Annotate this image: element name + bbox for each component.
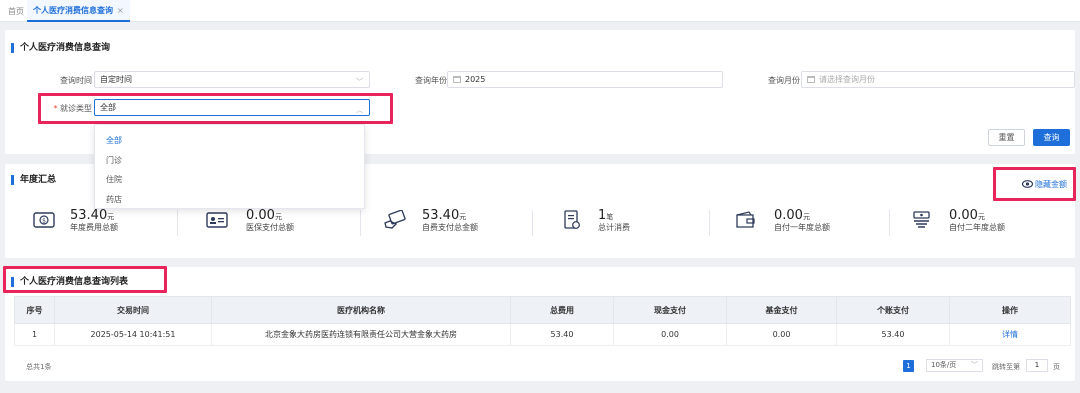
list-title: 个人医疗消费信息查询列表 bbox=[11, 277, 128, 287]
cell-cash: 0.00 bbox=[613, 323, 727, 346]
chevron-up-icon: ︿ bbox=[356, 106, 363, 114]
records-table: 序号 交易时间 医疗机构名称 总费用 现金支付 基金支付 个账支付 操作 1 2… bbox=[14, 296, 1071, 346]
time-label: 查询时间 bbox=[60, 76, 92, 85]
table-header-row: 序号 交易时间 医疗机构名称 总费用 现金支付 基金支付 个账支付 操作 bbox=[14, 296, 1071, 324]
stat-label: 总计消费 bbox=[598, 223, 630, 232]
type-dropdown: 全部 门诊 住院 药店 bbox=[94, 124, 365, 209]
reset-button[interactable]: 重置 bbox=[988, 129, 1025, 146]
cell-action: 详情 bbox=[949, 323, 1071, 346]
tab-bar: 首页 个人医疗消费信息查询 × bbox=[0, 0, 1080, 22]
dropdown-option[interactable]: 全部 bbox=[95, 131, 364, 151]
type-select[interactable]: 全部 ︿ bbox=[94, 99, 370, 116]
chevron-down-icon: ﹀ bbox=[356, 78, 363, 86]
stat-value: 0.00 bbox=[774, 208, 803, 223]
cell-index: 1 bbox=[14, 323, 55, 346]
hide-amount-label: 隐藏金额 bbox=[1035, 180, 1067, 189]
coins-icon bbox=[913, 211, 930, 228]
page-button[interactable]: 1 bbox=[903, 360, 914, 372]
dropdown-option[interactable]: 住院 bbox=[95, 170, 364, 190]
chevron-down-icon: ﹀ bbox=[971, 361, 978, 369]
year-value: 2025 bbox=[465, 75, 486, 84]
svg-text:$: $ bbox=[42, 218, 46, 225]
year-label: 查询年份 bbox=[415, 76, 447, 85]
page-size-value: 10条/页 bbox=[931, 361, 957, 369]
stat-value: 0.00 bbox=[246, 208, 275, 223]
receipt-icon bbox=[564, 210, 580, 229]
stat-unit: 元 bbox=[459, 213, 467, 221]
dropdown-option[interactable]: 药店 bbox=[95, 190, 364, 210]
dropdown-option[interactable]: 门诊 bbox=[95, 151, 364, 171]
col-header: 交易时间 bbox=[54, 296, 212, 324]
year-picker[interactable]: 2025 bbox=[447, 71, 723, 88]
cell-institution: 北京金象大药房医药连锁有限责任公司大营金象大药房 bbox=[211, 323, 511, 346]
type-label: 就诊类型 bbox=[60, 104, 92, 113]
divider bbox=[889, 210, 890, 236]
calendar-icon bbox=[453, 76, 461, 83]
col-header: 医疗机构名称 bbox=[211, 296, 511, 324]
calendar-icon bbox=[807, 76, 815, 83]
col-header: 操作 bbox=[949, 296, 1071, 324]
required-mark: * bbox=[53, 104, 58, 113]
col-header: 基金支付 bbox=[726, 296, 837, 324]
detail-link[interactable]: 详情 bbox=[1002, 330, 1018, 339]
divider bbox=[532, 210, 533, 236]
stat-unit: 元 bbox=[107, 213, 115, 221]
search-title: 个人医疗消费信息查询 bbox=[11, 43, 110, 53]
table-row: 1 2025-05-14 10:41:51 北京金象大药房医药连锁有限责任公司大… bbox=[14, 323, 1071, 346]
stat-value: 53.40 bbox=[422, 208, 460, 223]
tab-active-label: 个人医疗消费信息查询 bbox=[33, 6, 113, 15]
col-header: 现金支付 bbox=[613, 296, 727, 324]
jump-suffix: 页 bbox=[1053, 363, 1060, 371]
cell-time: 2025-05-14 10:41:51 bbox=[54, 323, 212, 346]
money-card-icon: $ bbox=[33, 212, 55, 228]
stat-label: 医保支付总额 bbox=[246, 223, 294, 232]
divider bbox=[360, 210, 361, 236]
stat-value: 0.00 bbox=[949, 208, 978, 223]
stat-unit: 笔 bbox=[606, 213, 614, 221]
summary-title: 年度汇总 bbox=[11, 175, 56, 185]
stat-label: 年度费用总额 bbox=[70, 223, 118, 232]
type-select-value: 全部 bbox=[100, 103, 116, 112]
tab-close-icon[interactable]: × bbox=[117, 6, 124, 15]
month-label: 查询月份 bbox=[768, 76, 800, 85]
list-panel: 个人医疗消费信息查询列表 序号 交易时间 医疗机构名称 总费用 现金支付 基金支… bbox=[3, 266, 1075, 381]
cell-fund: 0.00 bbox=[726, 323, 837, 346]
time-select-value: 自定时间 bbox=[100, 75, 132, 84]
stat-unit: 元 bbox=[274, 213, 282, 221]
page-size-select[interactable]: 10条/页 ﹀ bbox=[926, 359, 983, 372]
stat-value: 53.40 bbox=[70, 208, 108, 223]
stat-label: 自费支付总金额 bbox=[422, 223, 478, 232]
total-count: 总共1条 bbox=[26, 363, 52, 371]
wallet-icon bbox=[736, 211, 755, 228]
divider bbox=[709, 210, 710, 236]
jump-input[interactable]: 1 bbox=[1026, 359, 1048, 372]
cell-total: 53.40 bbox=[510, 323, 614, 346]
cell-account: 53.40 bbox=[836, 323, 950, 346]
col-header: 序号 bbox=[14, 296, 55, 324]
tab-active[interactable]: 个人医疗消费信息查询 × bbox=[27, 0, 130, 22]
stat-label: 自付二年度总额 bbox=[949, 223, 1005, 232]
stat-unit: 元 bbox=[977, 213, 985, 221]
col-header: 总费用 bbox=[510, 296, 614, 324]
eye-icon bbox=[1021, 180, 1034, 188]
month-placeholder: 请选择查询月份 bbox=[819, 75, 875, 84]
query-button[interactable]: 查询 bbox=[1033, 129, 1070, 146]
jump-label: 跳转至第 bbox=[992, 363, 1020, 371]
divider bbox=[177, 210, 178, 236]
type-label-wrap: * 就诊类型 bbox=[45, 103, 92, 114]
hide-amount-toggle[interactable]: 隐藏金额 bbox=[1021, 179, 1067, 190]
month-picker[interactable]: 请选择查询月份 bbox=[801, 71, 1075, 88]
tab-home[interactable]: 首页 bbox=[8, 6, 24, 17]
cash-hand-icon bbox=[384, 210, 406, 229]
stat-label: 自付一年度总额 bbox=[774, 223, 830, 232]
stat-unit: 元 bbox=[802, 213, 810, 221]
col-header: 个账支付 bbox=[836, 296, 950, 324]
insurance-card-icon bbox=[206, 212, 228, 228]
time-select[interactable]: 自定时间 ﹀ bbox=[94, 71, 370, 88]
